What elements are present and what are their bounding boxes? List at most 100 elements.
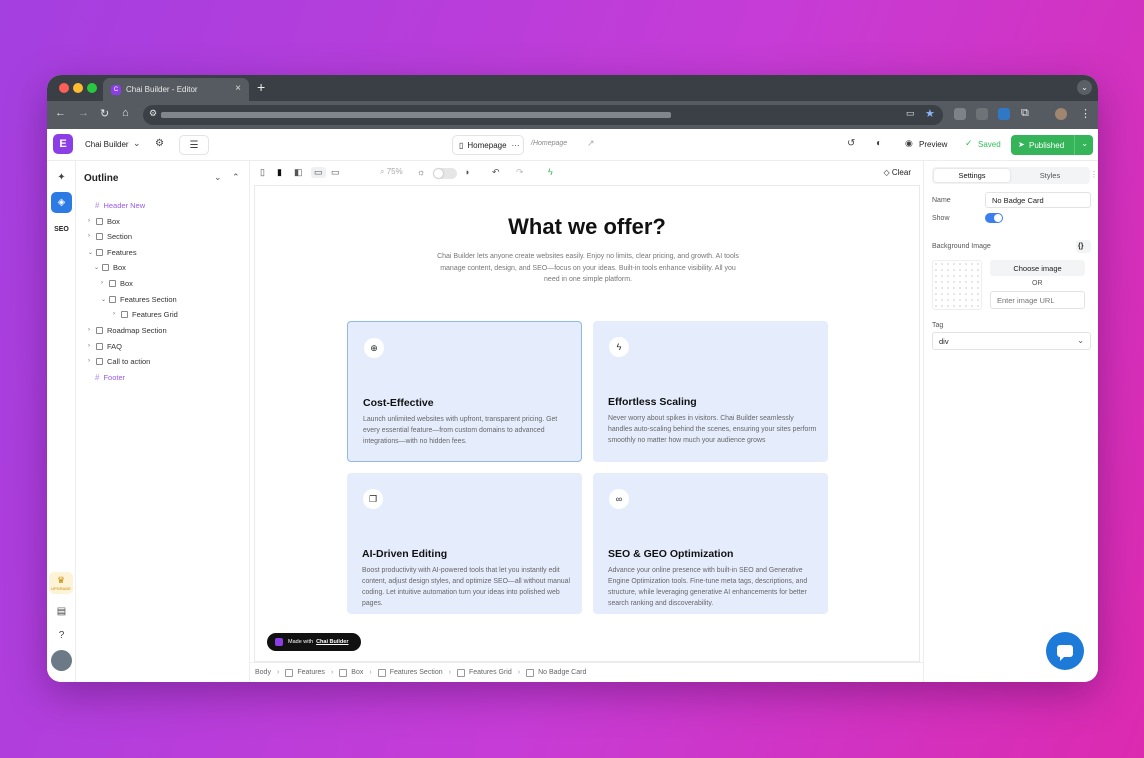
url-bar[interactable]: ⚙ ▭ ★ xyxy=(143,105,943,125)
canvas-stage[interactable]: What we offer? Chai Builder lets anyone … xyxy=(254,185,920,662)
history-icon[interactable]: ↺ xyxy=(847,138,855,149)
forward-arrow-icon[interactable]: → xyxy=(78,107,89,119)
tab-styles[interactable]: Styles xyxy=(1012,169,1088,182)
chevron-down-icon[interactable]: ⌄ xyxy=(88,249,96,256)
outline-item[interactable]: › Features Grid xyxy=(113,307,178,321)
seo-tab[interactable]: SEO xyxy=(51,219,72,240)
outline-item[interactable]: › Call to action xyxy=(88,354,150,368)
browser-tab[interactable]: C Chai Builder - Editor × xyxy=(103,78,249,101)
contrast-icon[interactable]: ◑ xyxy=(464,167,469,177)
profile-avatar-icon[interactable] xyxy=(1055,108,1067,120)
back-arrow-icon[interactable]: ← xyxy=(55,107,66,119)
docs-book-icon[interactable]: ▤ xyxy=(51,601,72,622)
section-lead[interactable]: Chai Builder lets anyone create websites… xyxy=(433,251,743,286)
outline-item[interactable]: › Box xyxy=(101,276,133,290)
code-braces-icon[interactable]: {} xyxy=(1076,240,1091,253)
image-url-input[interactable] xyxy=(990,291,1085,309)
project-name[interactable]: Chai Builder xyxy=(85,140,129,149)
expand-all-icon[interactable]: ⌄ xyxy=(214,172,222,183)
feature-card[interactable]: ϟ Effortless Scaling Never worry about s… xyxy=(593,321,828,462)
outline-item[interactable]: › Roadmap Section xyxy=(88,323,167,337)
outline-item[interactable]: # Header New xyxy=(95,198,145,212)
extensions-puzzle-icon[interactable]: ⧉ xyxy=(1021,107,1029,120)
tab-settings[interactable]: Settings xyxy=(934,169,1010,182)
preview-button[interactable]: Preview xyxy=(919,140,947,149)
tab-close-icon[interactable]: × xyxy=(235,83,241,94)
pages-list-button[interactable]: ☰ xyxy=(179,135,209,155)
feature-card[interactable]: ❐ AI-Driven Editing Boost productivity w… xyxy=(347,473,582,614)
home-icon[interactable]: ⌂ xyxy=(122,107,129,119)
chevron-right-icon[interactable]: › xyxy=(113,311,121,317)
reload-icon[interactable]: ↻ xyxy=(100,107,109,120)
breadcrumb-item[interactable]: Features xyxy=(297,669,325,676)
feature-card-selected[interactable]: ⊕ Cost-Effective Launch unlimited websit… xyxy=(347,321,582,462)
breadcrumb-item[interactable]: Features Grid xyxy=(469,669,512,676)
dark-mode-toggle[interactable] xyxy=(433,168,457,179)
chat-widget-button[interactable] xyxy=(1046,632,1084,670)
page-selector[interactable]: ▯ Homepage ··· xyxy=(452,135,524,155)
mobile-view-icon[interactable]: ▯ xyxy=(260,167,265,178)
chevron-right-icon[interactable]: › xyxy=(88,358,96,364)
extension-icon-1[interactable] xyxy=(954,108,966,120)
settings-more-icon[interactable]: ⋮ xyxy=(1090,170,1098,179)
chevron-right-icon[interactable]: › xyxy=(88,343,96,349)
chevron-right-icon[interactable]: › xyxy=(101,280,109,286)
browser-menu-icon[interactable]: ⋮ xyxy=(1080,107,1091,120)
ai-wand-icon[interactable]: ✦ xyxy=(51,167,72,188)
close-window-dot[interactable] xyxy=(59,83,69,93)
made-with-link[interactable]: Chai Builder xyxy=(316,639,348,645)
collapse-all-icon[interactable]: ⌃ xyxy=(232,172,240,183)
theme-palette-icon[interactable]: ◐ xyxy=(876,138,882,149)
publish-button[interactable]: ➤ Published ⌄ xyxy=(1011,135,1093,155)
wide-view-icon[interactable]: ▭ xyxy=(331,167,340,178)
chevron-down-icon[interactable]: ⌄ xyxy=(101,296,109,303)
tablet-view-icon[interactable]: ▮ xyxy=(277,167,282,178)
site-info-icon[interactable]: ⚙ xyxy=(149,108,157,119)
laptop-view-icon[interactable]: ◧ xyxy=(294,167,303,178)
outline-item[interactable]: › FAQ xyxy=(88,339,122,353)
maximize-window-dot[interactable] xyxy=(87,83,97,93)
outline-item[interactable]: # Footer xyxy=(95,370,125,384)
chevron-right-icon[interactable]: › xyxy=(88,218,96,224)
chai-logo-icon[interactable]: E xyxy=(53,134,73,154)
tab-search-chevron-icon[interactable]: ⌄ xyxy=(1077,80,1092,95)
layers-icon[interactable]: ◈ xyxy=(51,192,72,213)
outline-item[interactable]: ⌄ Box xyxy=(94,260,126,274)
extension-icon-2[interactable] xyxy=(976,108,988,120)
project-settings-gear-icon[interactable]: ⚙ xyxy=(155,138,164,149)
breadcrumb-item[interactable]: Box xyxy=(351,669,363,676)
desktop-view-icon[interactable]: ▭ xyxy=(311,167,326,178)
new-tab-button[interactable]: + xyxy=(257,79,265,95)
outline-item[interactable]: › Box xyxy=(88,214,120,228)
outline-item[interactable]: ⌄ Features Section xyxy=(101,292,177,306)
chevron-right-icon[interactable]: › xyxy=(88,327,96,333)
breadcrumb-item[interactable]: Body xyxy=(255,669,271,676)
chevron-right-icon[interactable]: › xyxy=(88,233,96,239)
undo-icon[interactable]: ↶ xyxy=(492,167,500,178)
bookmark-star-icon[interactable]: ★ xyxy=(925,107,935,120)
outline-item[interactable]: › Section xyxy=(88,229,132,243)
ai-bolt-icon[interactable]: ϟ xyxy=(548,167,553,177)
show-toggle[interactable] xyxy=(985,213,1003,223)
redo-icon[interactable]: ↷ xyxy=(516,167,524,178)
section-heading[interactable]: What we offer? xyxy=(255,214,919,240)
feature-card[interactable]: ∞ SEO & GEO Optimization Advance your on… xyxy=(593,473,828,614)
page-more-icon[interactable]: ··· xyxy=(512,141,520,150)
outline-item[interactable]: ⌄ Features xyxy=(88,245,137,259)
user-avatar[interactable] xyxy=(51,650,72,671)
name-field[interactable]: No Badge Card xyxy=(985,192,1091,208)
project-chevron-down-icon[interactable]: ⌄ xyxy=(133,138,141,149)
upgrade-button[interactable]: ♛ UPGRADE xyxy=(49,572,73,594)
chevron-down-icon[interactable]: ⌄ xyxy=(94,264,102,271)
help-icon[interactable]: ? xyxy=(51,625,72,646)
made-with-badge[interactable]: Made with Chai Builder xyxy=(267,633,361,651)
extension-icon-3[interactable] xyxy=(998,108,1010,120)
breadcrumb-item[interactable]: Features Section xyxy=(390,669,443,676)
choose-image-button[interactable]: Choose image xyxy=(990,260,1085,276)
minimize-window-dot[interactable] xyxy=(73,83,83,93)
install-app-icon[interactable]: ▭ xyxy=(906,108,915,119)
tag-select[interactable]: div ⌄ xyxy=(932,332,1091,350)
zoom-level[interactable]: ⌕ 75% xyxy=(380,167,403,177)
breadcrumb-item[interactable]: No Badge Card xyxy=(538,669,586,676)
light-mode-sun-icon[interactable]: ☼ xyxy=(417,167,425,177)
